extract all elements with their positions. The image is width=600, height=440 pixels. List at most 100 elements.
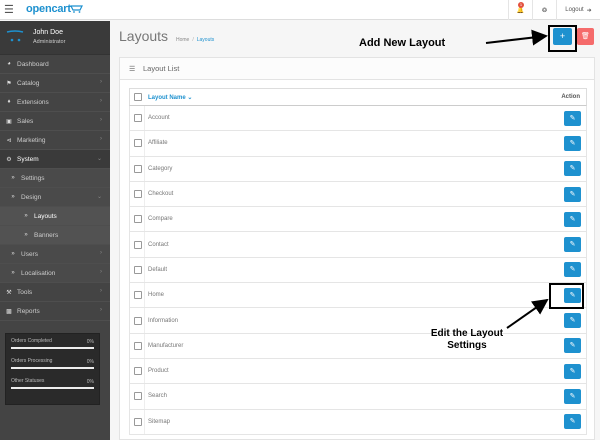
opencart-logo[interactable]: opencart (26, 3, 71, 15)
arrow-to-add (485, 29, 548, 46)
table-header: Layout Name ⌄ Action (129, 88, 587, 106)
row-checkbox[interactable] (134, 265, 142, 274)
sidebar-item-extensions[interactable]: ♦ Extensions › (0, 93, 110, 112)
row-checkbox[interactable] (134, 139, 142, 148)
pencil-icon: ✎ (569, 266, 576, 274)
layouts-table: Layout Name ⌄ Action Account ✎ Affiliate ✎ C… (129, 88, 587, 435)
edit-button[interactable]: ✎ (564, 313, 581, 329)
pencil-icon: ✎ (569, 139, 576, 147)
row-checkbox[interactable] (134, 291, 142, 300)
chevron-down-icon: ⌄ (96, 156, 102, 162)
profile-name: John Doe (33, 29, 63, 36)
gear-icon: ⚙ (6, 156, 12, 163)
sidebar-item-reports[interactable]: ▩ Reports › (0, 302, 110, 321)
progress-bar (11, 367, 94, 369)
table-row: Contact ✎ (129, 232, 587, 258)
chevron-down-icon: ⌄ (96, 194, 102, 200)
pencil-icon: ✎ (569, 392, 576, 400)
edit-button[interactable]: ✎ (564, 161, 581, 177)
logout-button[interactable]: Logout ➜ (556, 0, 600, 20)
double-chevron-icon: » (24, 232, 28, 238)
pencil-icon: ✎ (569, 215, 576, 223)
bar-chart-icon: ▩ (6, 308, 12, 315)
edit-button[interactable]: ✎ (564, 338, 581, 354)
sidebar-item-system[interactable]: ⚙ System ⌄ (0, 150, 110, 169)
sidebar-item-marketing[interactable]: ⊲ Marketing › (0, 131, 110, 150)
row-checkbox[interactable] (134, 114, 142, 123)
row-checkbox[interactable] (134, 367, 142, 376)
user-profile[interactable]: John Doe Administrator (0, 21, 110, 55)
edit-button[interactable]: ✎ (564, 110, 581, 126)
order-stats: Orders Completed 0% Orders Processing 0% O… (5, 333, 100, 405)
sidebar-item-sales[interactable]: ▣ Sales › (0, 112, 110, 131)
delete-button[interactable]: 🗑 (577, 28, 594, 45)
row-checkbox[interactable] (134, 316, 142, 325)
edit-button[interactable]: ✎ (564, 388, 581, 404)
edit-button[interactable]: ✎ (564, 363, 581, 379)
table-row: Checkout ✎ (129, 181, 587, 208)
table-row: Sitemap ✎ (129, 409, 587, 435)
row-checkbox[interactable] (134, 190, 142, 199)
breadcrumb-home[interactable]: Home (176, 37, 189, 43)
chevron-right-icon: › (100, 98, 102, 104)
sidebar-item-localisation[interactable]: » Localisation › (0, 264, 110, 283)
row-checkbox[interactable] (134, 417, 142, 426)
layout-name: Manufacturer (148, 342, 184, 349)
row-checkbox[interactable] (134, 240, 142, 249)
double-chevron-icon: » (11, 251, 15, 257)
row-checkbox[interactable] (134, 341, 142, 350)
double-chevron-icon: » (11, 194, 15, 200)
progress-bar (11, 347, 94, 349)
table-row: Default ✎ (129, 257, 587, 284)
sidebar-item-banners[interactable]: » Banners (0, 226, 110, 245)
action-column-header: Action (561, 94, 580, 100)
sidebar-item-design[interactable]: » Design ⌄ (0, 188, 110, 207)
chevron-right-icon: › (100, 269, 102, 275)
row-checkbox[interactable] (134, 215, 142, 224)
table-row: Home ✎ (129, 283, 587, 309)
edit-button[interactable]: ✎ (564, 237, 581, 253)
menu-toggle-icon[interactable]: ☰ (4, 4, 16, 16)
layout-name: Checkout (148, 191, 174, 198)
layout-name: Home (148, 292, 165, 299)
edit-button[interactable]: ✎ (564, 262, 581, 278)
notification-badge: 1 (518, 2, 524, 8)
pencil-icon: ✎ (569, 367, 576, 375)
edit-button[interactable]: ✎ (564, 135, 581, 151)
panel-title: Layout List (143, 64, 180, 73)
double-chevron-icon: » (11, 175, 15, 181)
sidebar-item-settings[interactable]: » Settings (0, 169, 110, 188)
edit-button[interactable]: ✎ (564, 211, 581, 227)
pencil-icon: ✎ (569, 165, 576, 173)
sidebar-item-tools[interactable]: ⚒ Tools › (0, 283, 110, 302)
table-row: Search ✎ (129, 384, 587, 410)
layout-name: Contact (148, 241, 169, 248)
sort-layout-name[interactable]: Layout Name ⌄ (148, 94, 192, 101)
sidebar: John Doe Administrator ◕ Dashboard ⚑ Catal… (0, 21, 110, 440)
layout-name: Account (148, 115, 170, 122)
trash-icon: 🗑 (581, 33, 590, 40)
notifications-button[interactable]: 🔔 1 (508, 0, 532, 20)
stat-orders-completed: Orders Completed 0% (11, 338, 94, 358)
puzzle-icon: ♦ (7, 99, 11, 105)
sidebar-item-layouts[interactable]: » Layouts (0, 207, 110, 226)
pencil-icon: ✎ (569, 114, 576, 122)
sign-out-icon: ➜ (586, 7, 592, 14)
sidebar-item-users[interactable]: » Users › (0, 245, 110, 264)
double-chevron-icon: » (24, 213, 28, 219)
edit-button[interactable]: ✎ (564, 414, 581, 430)
row-checkbox[interactable] (134, 164, 142, 173)
select-all-checkbox[interactable] (134, 93, 142, 101)
help-button[interactable]: ❂ (532, 0, 556, 20)
stat-orders-processing: Orders Processing 0% (11, 358, 94, 378)
chevron-right-icon: › (100, 250, 102, 256)
sidebar-item-catalog[interactable]: ⚑ Catalog › (0, 74, 110, 93)
breadcrumb-layouts[interactable]: Layouts (197, 37, 215, 43)
sidebar-item-dashboard[interactable]: ◕ Dashboard (0, 55, 110, 74)
profile-cart-icon (6, 30, 24, 42)
stat-other-statuses: Other Statuses 0% (11, 378, 94, 398)
annotation-edit-layout: Edit the Layout Settings (430, 328, 504, 351)
progress-bar (11, 387, 94, 389)
edit-button[interactable]: ✎ (564, 186, 581, 202)
row-checkbox[interactable] (134, 392, 142, 401)
